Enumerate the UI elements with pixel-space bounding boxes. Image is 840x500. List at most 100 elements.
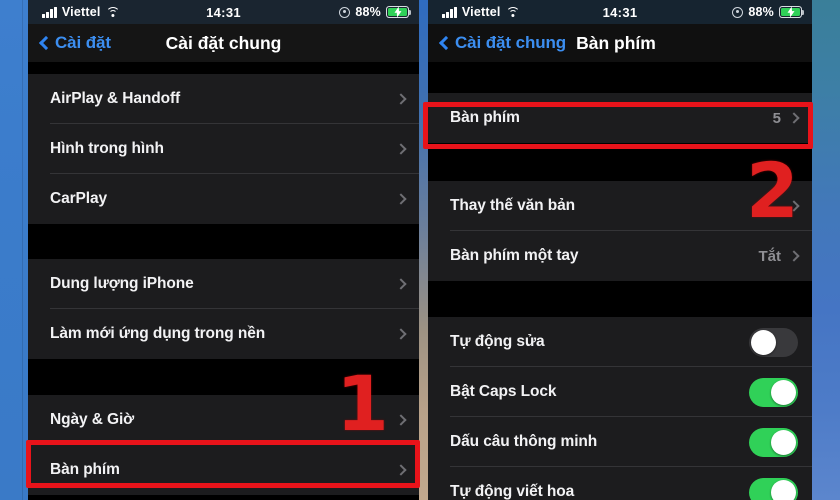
row-label: CarPlay bbox=[50, 190, 108, 207]
left-row-carplay[interactable]: CarPlay bbox=[28, 174, 419, 224]
left-row-keyboard[interactable]: Bàn phím bbox=[28, 445, 419, 495]
toggle-knob bbox=[771, 429, 796, 455]
chevron-right-icon bbox=[788, 200, 800, 212]
row-label: Bật Caps Lock bbox=[450, 383, 557, 400]
row-label: Tự động sửa bbox=[450, 333, 545, 350]
chevron-left-icon bbox=[438, 35, 454, 51]
left-row-background-app-refresh[interactable]: Làm mới ứng dụng trong nền bbox=[28, 309, 419, 359]
left-group-0: AirPlay & Handoff Hình trong hình CarPla… bbox=[28, 74, 419, 224]
row-accessory bbox=[749, 327, 798, 357]
chevron-right-icon bbox=[395, 193, 407, 205]
right-nav-bar: Cài đặt chung Bàn phím bbox=[428, 24, 812, 62]
left-row-airplay-handoff[interactable]: AirPlay & Handoff bbox=[28, 74, 419, 124]
right-list-gap-0 bbox=[428, 62, 812, 93]
row-accessory bbox=[395, 93, 407, 105]
toggle-knob bbox=[751, 329, 776, 355]
right-status-right-group: 88% bbox=[732, 5, 805, 19]
left-list-gap-2 bbox=[28, 359, 419, 395]
row-accessory bbox=[395, 143, 407, 155]
right-background-strip bbox=[812, 0, 840, 500]
toggle-smart-punctuation[interactable] bbox=[749, 427, 798, 457]
row-label: Bàn phím bbox=[50, 461, 120, 478]
location-services-icon bbox=[732, 6, 744, 18]
left-row-date-time[interactable]: Ngày & Giờ bbox=[28, 395, 419, 445]
row-accessory: Tắt bbox=[758, 247, 800, 265]
toggle-auto-capitalization[interactable] bbox=[749, 477, 798, 500]
row-label: Thay thế văn bản bbox=[450, 197, 576, 214]
chevron-right-icon bbox=[395, 93, 407, 105]
center-background-strip bbox=[419, 0, 428, 500]
location-services-icon bbox=[339, 6, 351, 18]
right-group-0: Bàn phím 5 bbox=[428, 93, 812, 143]
right-back-button[interactable]: Cài đặt chung bbox=[438, 33, 566, 53]
chevron-right-icon bbox=[395, 143, 407, 155]
left-page-title: Cài đặt chung bbox=[165, 32, 282, 53]
left-phone-screenshot: Viettel 14:31 88% Cài đặt Cài đặt chung … bbox=[28, 0, 419, 500]
toggle-enable-caps-lock[interactable] bbox=[749, 377, 798, 407]
right-status-bar: Viettel 14:31 88% bbox=[428, 0, 812, 24]
charging-bolt-icon bbox=[394, 6, 401, 18]
right-row-keyboards[interactable]: Bàn phím 5 bbox=[428, 93, 812, 143]
right-page-title: Bàn phím bbox=[576, 32, 656, 53]
chevron-right-icon bbox=[788, 112, 800, 124]
battery-charging-icon bbox=[779, 6, 805, 18]
left-background-strip bbox=[0, 0, 28, 500]
left-list-gap-1 bbox=[28, 224, 419, 259]
clock-label: 14:31 bbox=[206, 4, 241, 20]
toggle-knob bbox=[771, 479, 796, 500]
left-row-iphone-storage[interactable]: Dung lượng iPhone bbox=[28, 259, 419, 309]
left-status-right-group: 88% bbox=[339, 5, 412, 19]
left-group-2: Ngày & Giờ Bàn phím bbox=[28, 395, 419, 495]
right-back-label: Cài đặt chung bbox=[455, 33, 567, 52]
row-accessory: 5 bbox=[773, 110, 800, 127]
right-group-1: Thay thế văn bản Bàn phím một tay Tắt bbox=[428, 181, 812, 281]
row-accessory bbox=[749, 377, 798, 407]
right-list-gap-1 bbox=[428, 143, 812, 181]
left-list-gap-0 bbox=[28, 62, 419, 74]
right-row-enable-caps-lock[interactable]: Bật Caps Lock bbox=[428, 367, 812, 417]
cellular-bars-icon bbox=[42, 6, 57, 18]
battery-charging-icon bbox=[386, 6, 412, 18]
row-label: Hình trong hình bbox=[50, 140, 164, 157]
clock-label: 14:31 bbox=[602, 4, 638, 20]
row-label: Làm mới ứng dụng trong nền bbox=[50, 325, 266, 342]
left-row-picture-in-picture[interactable]: Hình trong hình bbox=[28, 124, 419, 174]
left-nav-bar: Cài đặt Cài đặt chung bbox=[28, 24, 419, 62]
row-label: Bàn phím bbox=[450, 109, 520, 126]
right-row-one-handed-keyboard[interactable]: Bàn phím một tay Tắt bbox=[428, 231, 812, 281]
toggle-knob bbox=[771, 379, 796, 405]
chevron-right-icon bbox=[395, 328, 407, 340]
right-row-text-replacement[interactable]: Thay thế văn bản bbox=[428, 181, 812, 231]
left-background-seam bbox=[22, 0, 23, 500]
row-accessory bbox=[749, 427, 798, 457]
carrier-label: Viettel bbox=[461, 5, 501, 19]
row-accessory bbox=[395, 464, 407, 476]
right-phone-screenshot: Viettel 14:31 88% Cài đặt chung Bàn phím… bbox=[428, 0, 812, 500]
row-accessory bbox=[395, 414, 407, 426]
charging-bolt-icon bbox=[787, 6, 794, 18]
row-accessory bbox=[395, 278, 407, 290]
row-accessory bbox=[395, 193, 407, 205]
right-row-auto-correction[interactable]: Tự động sửa bbox=[428, 317, 812, 367]
row-label: AirPlay & Handoff bbox=[50, 90, 181, 107]
row-accessory bbox=[788, 200, 800, 212]
screenshot-stage: Viettel 14:31 88% Cài đặt Cài đặt chung … bbox=[0, 0, 840, 500]
left-status-left-group: Viettel bbox=[42, 5, 120, 19]
wifi-icon bbox=[105, 7, 120, 18]
right-row-smart-punctuation[interactable]: Dấu câu thông minh bbox=[428, 417, 812, 467]
battery-percent-label: 88% bbox=[748, 5, 774, 19]
cellular-bars-icon bbox=[442, 6, 457, 18]
left-group-1: Dung lượng iPhone Làm mới ứng dụng trong… bbox=[28, 259, 419, 359]
row-value: Tắt bbox=[758, 247, 782, 265]
right-row-auto-capitalization[interactable]: Tự động viết hoa bbox=[428, 467, 812, 500]
right-list-gap-2 bbox=[428, 281, 812, 317]
row-label: Bàn phím một tay bbox=[450, 247, 579, 264]
row-label: Dung lượng iPhone bbox=[50, 275, 194, 292]
row-label: Dấu câu thông minh bbox=[450, 433, 598, 450]
chevron-right-icon bbox=[395, 464, 407, 476]
toggle-auto-correction[interactable] bbox=[749, 327, 798, 357]
chevron-right-icon bbox=[788, 250, 800, 262]
row-label: Tự động viết hoa bbox=[450, 483, 575, 500]
right-group-2: Tự động sửa Bật Caps Lock Dấu câu thông … bbox=[428, 317, 812, 500]
chevron-right-icon bbox=[395, 414, 407, 426]
